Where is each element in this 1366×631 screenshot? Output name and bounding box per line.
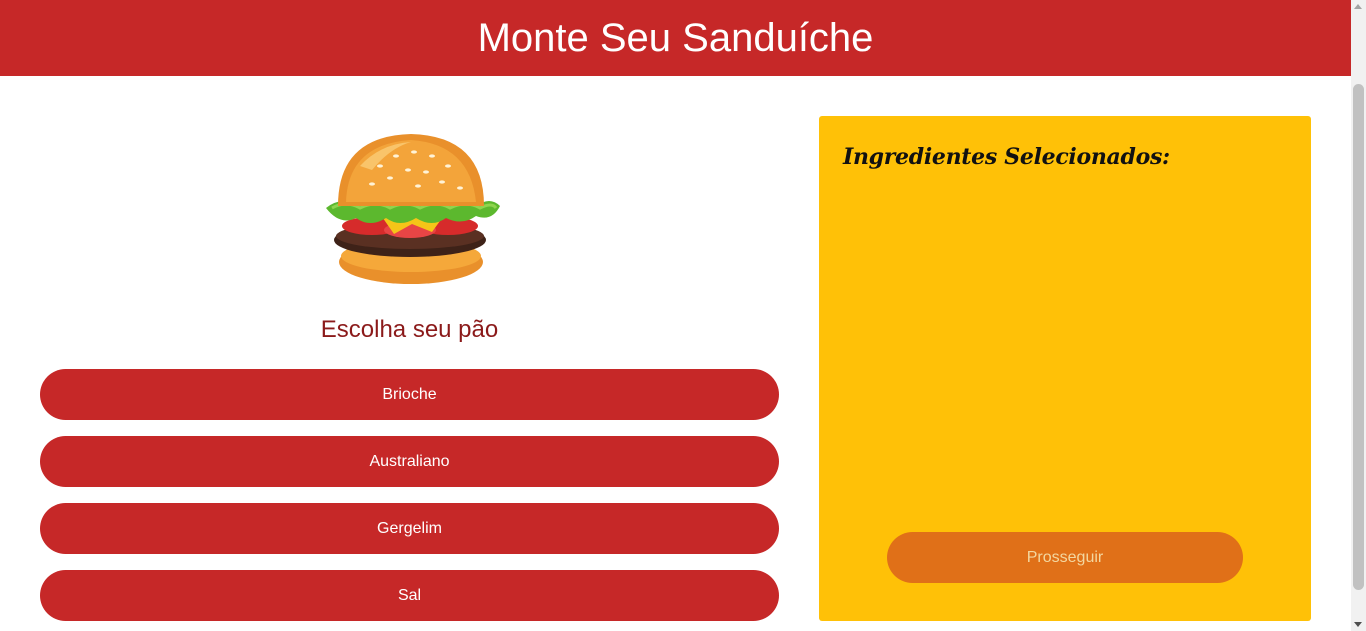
page-title: Monte Seu Sanduíche <box>477 15 874 60</box>
proceed-button[interactable]: Prosseguir <box>887 532 1243 583</box>
scroll-up-icon[interactable] <box>1354 4 1362 9</box>
bread-subtitle: Escolha seu pão <box>320 316 499 343</box>
selected-ingredients-title: Ingredientes Selecionados: <box>843 144 1170 170</box>
bread-option-gergelim[interactable]: Gergelim <box>40 503 779 554</box>
scroll-down-icon[interactable] <box>1354 622 1362 627</box>
page-header: Monte Seu Sanduíche <box>0 0 1351 76</box>
bread-option-brioche[interactable]: Brioche <box>40 369 779 420</box>
selected-ingredients-panel: Ingredientes Selecionados: Prosseguir <box>819 116 1311 621</box>
bread-option-australiano[interactable]: Australiano <box>40 436 779 487</box>
bread-option-sal[interactable]: Sal <box>40 570 779 621</box>
burger-icon <box>320 126 502 290</box>
scroll-thumb[interactable] <box>1353 84 1364 590</box>
vertical-scrollbar[interactable] <box>1351 0 1366 631</box>
